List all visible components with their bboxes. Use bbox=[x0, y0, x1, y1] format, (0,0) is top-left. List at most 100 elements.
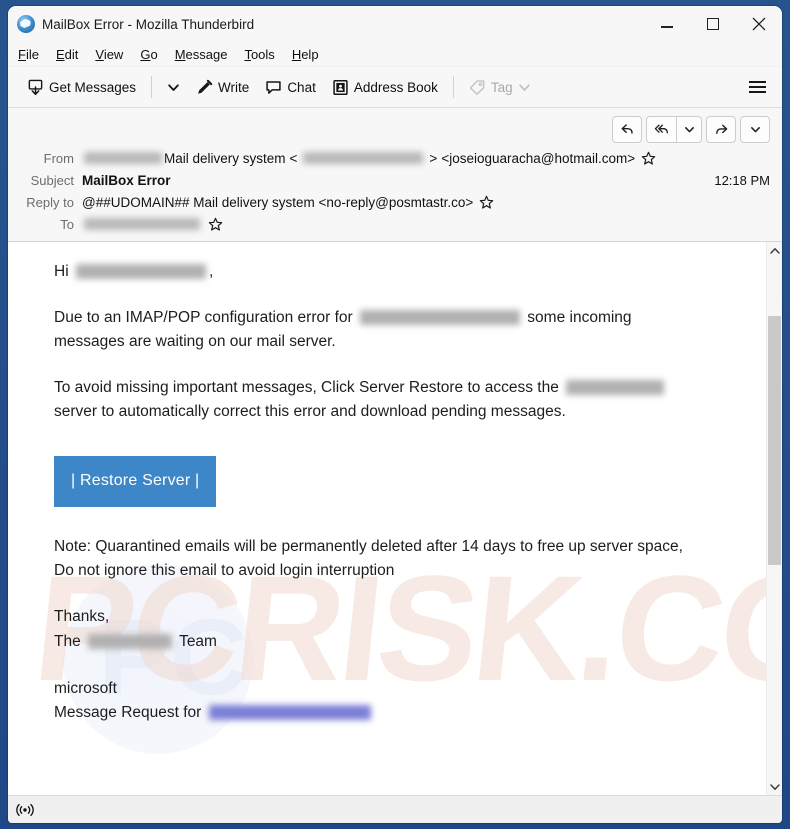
tag-label: Tag bbox=[490, 79, 513, 95]
reply-all-icon bbox=[654, 124, 668, 134]
scrollbar-thumb[interactable] bbox=[768, 316, 781, 566]
subject-label: Subject bbox=[30, 172, 74, 188]
maximize-button[interactable] bbox=[690, 6, 736, 42]
para2-after: server to automatically correct this err… bbox=[54, 403, 566, 421]
write-button[interactable]: Write bbox=[189, 72, 256, 102]
menu-edit[interactable]: Edit bbox=[56, 47, 78, 62]
desktop-background: MailBox Error - Mozilla Thunderbird File… bbox=[0, 0, 790, 829]
app-menu-button[interactable] bbox=[742, 72, 772, 102]
maximize-icon bbox=[707, 18, 719, 30]
get-messages-label: Get Messages bbox=[49, 79, 137, 95]
forward-button[interactable] bbox=[706, 116, 736, 143]
scroll-up-button[interactable] bbox=[767, 242, 782, 259]
menu-message[interactable]: Message bbox=[175, 47, 228, 62]
footer-block: microsoft Message Request for [redacted-… bbox=[54, 677, 744, 725]
from-label: From bbox=[43, 150, 74, 166]
reply-to-value-wrap: @##UDOMAIN## Mail delivery system <no-re… bbox=[82, 195, 770, 210]
address-book-label: Address Book bbox=[353, 79, 438, 95]
chat-button[interactable]: Chat bbox=[258, 72, 323, 102]
close-button[interactable] bbox=[736, 6, 782, 42]
star-icon[interactable] bbox=[641, 151, 656, 166]
signature-thanks: Thanks, bbox=[54, 607, 110, 625]
signature-team-line: The [redacted-domain] Team bbox=[54, 630, 744, 655]
menu-tools[interactable]: Tools bbox=[244, 47, 274, 62]
message-scrollbar[interactable] bbox=[766, 242, 782, 795]
from-redacted-address: [redacted-address] bbox=[303, 152, 424, 164]
star-icon[interactable] bbox=[479, 195, 494, 210]
menu-help[interactable]: Help bbox=[292, 47, 319, 62]
reply-button[interactable] bbox=[612, 116, 642, 143]
from-open-bracket: < bbox=[289, 150, 298, 166]
reply-to-value: @##UDOMAIN## Mail delivery system <no-re… bbox=[82, 194, 474, 210]
header-row-reply-to: Reply to @##UDOMAIN## Mail delivery syst… bbox=[8, 191, 782, 213]
status-bar bbox=[8, 795, 782, 823]
message-body-area: PC PCRISK.COM Hi [redacted-email], Due t… bbox=[8, 242, 782, 795]
reply-icon bbox=[621, 124, 633, 134]
reply-all-button[interactable] bbox=[646, 116, 676, 143]
reply-all-dropdown[interactable] bbox=[676, 116, 702, 143]
reply-all-group bbox=[646, 116, 702, 143]
chevron-down-icon bbox=[684, 127, 694, 133]
address-book-icon bbox=[333, 79, 348, 95]
signature-block: Thanks, The [redacted-domain] Team bbox=[54, 605, 744, 655]
paragraph-server-restore: To avoid missing important messages, Cli… bbox=[54, 376, 694, 424]
chevron-down-icon bbox=[518, 83, 530, 91]
chat-bubble-icon bbox=[266, 80, 281, 94]
footer-request-before: Message Request for bbox=[54, 703, 202, 721]
menu-file[interactable]: File bbox=[18, 47, 39, 62]
window-controls bbox=[644, 6, 782, 42]
to-value-wrap: [redacted-recipient] bbox=[82, 217, 770, 232]
header-row-from: From [redacted-domain] Mail delivery sys… bbox=[8, 147, 782, 169]
thunderbird-icon bbox=[17, 15, 35, 33]
menu-go[interactable]: Go bbox=[140, 47, 157, 62]
para2-before: To avoid missing important messages, Cli… bbox=[54, 379, 559, 397]
write-label: Write bbox=[218, 79, 250, 95]
menu-view[interactable]: View bbox=[95, 47, 123, 62]
forward-icon bbox=[715, 124, 727, 134]
header-row-to: To [redacted-recipient] bbox=[8, 213, 782, 235]
greeting-prefix: Hi bbox=[54, 263, 69, 280]
minimize-button[interactable] bbox=[644, 6, 690, 42]
toolbar-separator-2 bbox=[452, 76, 454, 98]
title-bar: MailBox Error - Mozilla Thunderbird bbox=[8, 6, 782, 42]
scrollbar-track[interactable] bbox=[767, 259, 782, 778]
greeting-redacted-email: [redacted-email] bbox=[75, 264, 206, 280]
broadcast-icon bbox=[16, 803, 34, 816]
from-address: <joseioguaracha@hotmail.com> bbox=[441, 150, 636, 166]
toolbar-separator-1 bbox=[151, 76, 153, 98]
chevron-down-icon bbox=[769, 783, 780, 790]
close-icon bbox=[752, 17, 766, 31]
signature-the: The bbox=[54, 632, 81, 650]
chevron-up-icon bbox=[769, 247, 780, 254]
pencil-icon bbox=[198, 79, 213, 94]
chevron-down-icon bbox=[168, 83, 179, 91]
footer-message-request: Message Request for [redacted-email] bbox=[54, 701, 744, 725]
to-redacted-recipient: [redacted-recipient] bbox=[84, 218, 200, 230]
footer-redacted-email: [redacted-email] bbox=[208, 704, 371, 720]
to-label: To bbox=[60, 216, 74, 232]
address-book-button[interactable]: Address Book bbox=[325, 72, 445, 102]
tag-button[interactable]: Tag bbox=[462, 72, 538, 102]
chat-label: Chat bbox=[287, 79, 316, 95]
greeting-suffix: , bbox=[208, 263, 214, 280]
header-row-subject: Subject MailBox Error 12:18 PM bbox=[8, 169, 782, 191]
message-header-pane: From [redacted-domain] Mail delivery sys… bbox=[8, 108, 782, 242]
tag-icon bbox=[469, 79, 485, 95]
message-body-scroll: PC PCRISK.COM Hi [redacted-email], Due t… bbox=[8, 242, 766, 795]
footer-microsoft: microsoft bbox=[54, 679, 117, 697]
more-actions-dropdown[interactable] bbox=[740, 116, 770, 143]
minimize-icon bbox=[661, 26, 673, 28]
reply-to-label: Reply to bbox=[26, 194, 74, 210]
restore-server-button[interactable]: | Restore Server | bbox=[54, 456, 217, 507]
scroll-down-button[interactable] bbox=[767, 778, 782, 795]
star-icon[interactable] bbox=[208, 217, 223, 232]
from-close-bracket: > bbox=[429, 150, 438, 166]
para1-redacted-email: [redacted-email] bbox=[359, 310, 520, 326]
paragraph-note: Note: Quarantined emails will be permane… bbox=[54, 537, 683, 579]
para1-before: Due to an IMAP/POP configuration error f… bbox=[54, 309, 353, 327]
from-display-name: Mail delivery system bbox=[164, 150, 286, 166]
get-messages-button[interactable]: Get Messages bbox=[20, 72, 143, 102]
thunderbird-window: MailBox Error - Mozilla Thunderbird File… bbox=[8, 6, 782, 823]
get-messages-dropdown[interactable] bbox=[160, 72, 187, 102]
menu-bar: File Edit View Go Message Tools Help bbox=[8, 42, 782, 67]
